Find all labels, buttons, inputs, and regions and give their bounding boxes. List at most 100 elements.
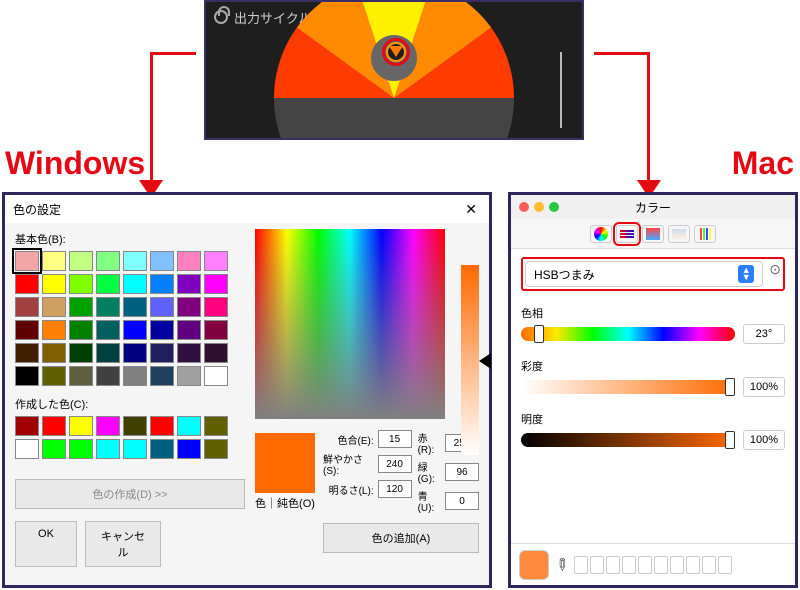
- mode-palettes[interactable]: [642, 225, 664, 243]
- basic-swatch[interactable]: [42, 320, 66, 340]
- luminance-pointer-icon[interactable]: [479, 353, 491, 369]
- basic-swatch[interactable]: [96, 274, 120, 294]
- basic-swatch[interactable]: [204, 366, 228, 386]
- mode-wheel[interactable]: [590, 225, 612, 243]
- custom-swatch[interactable]: [177, 439, 201, 459]
- basic-swatch[interactable]: [150, 320, 174, 340]
- basic-swatch[interactable]: [177, 343, 201, 363]
- basic-swatch[interactable]: [69, 343, 93, 363]
- basic-swatch[interactable]: [150, 251, 174, 271]
- add-color-button[interactable]: 色の追加(A): [323, 523, 479, 553]
- eyedropper-icon[interactable]: ✎: [550, 553, 574, 577]
- basic-swatch[interactable]: [42, 297, 66, 317]
- custom-swatch[interactable]: [15, 439, 39, 459]
- basic-swatch[interactable]: [204, 320, 228, 340]
- gauge-center-handle[interactable]: [382, 38, 410, 66]
- slider-type-select[interactable]: HSBつまみ ▲▼: [525, 261, 763, 287]
- make-color-button[interactable]: 色の作成(D) >>: [15, 479, 245, 509]
- basic-swatch[interactable]: [96, 251, 120, 271]
- basic-swatch[interactable]: [15, 343, 39, 363]
- saved-swatch[interactable]: [702, 556, 716, 574]
- basic-swatch[interactable]: [123, 274, 147, 294]
- basic-swatch[interactable]: [204, 297, 228, 317]
- custom-swatch[interactable]: [123, 416, 147, 436]
- basic-swatch[interactable]: [150, 343, 174, 363]
- basic-swatch[interactable]: [69, 274, 93, 294]
- more-options-icon[interactable]: ⊙: [769, 261, 781, 287]
- saved-swatch[interactable]: [670, 556, 684, 574]
- mac-hue-slider[interactable]: [521, 327, 735, 341]
- custom-swatch[interactable]: [177, 416, 201, 436]
- custom-swatch[interactable]: [96, 439, 120, 459]
- hue-input[interactable]: [378, 430, 412, 448]
- basic-swatch[interactable]: [96, 343, 120, 363]
- basic-swatch[interactable]: [96, 297, 120, 317]
- custom-swatch[interactable]: [69, 416, 93, 436]
- basic-swatch[interactable]: [150, 297, 174, 317]
- basic-swatch[interactable]: [177, 274, 201, 294]
- saved-swatch[interactable]: [590, 556, 604, 574]
- traffic-close-icon[interactable]: [519, 202, 529, 212]
- color-gradient-picker[interactable]: [255, 229, 445, 419]
- basic-swatch[interactable]: [177, 251, 201, 271]
- basic-swatch[interactable]: [150, 274, 174, 294]
- basic-swatch[interactable]: [204, 251, 228, 271]
- basic-swatch[interactable]: [69, 297, 93, 317]
- custom-swatch[interactable]: [150, 416, 174, 436]
- mac-sat-value[interactable]: 100%: [743, 377, 785, 397]
- slider-knob[interactable]: [725, 431, 735, 449]
- mac-bri-slider[interactable]: [521, 433, 735, 447]
- basic-swatch[interactable]: [15, 274, 39, 294]
- saved-swatch[interactable]: [638, 556, 652, 574]
- custom-swatch[interactable]: [42, 416, 66, 436]
- basic-swatch[interactable]: [96, 320, 120, 340]
- mode-pencils[interactable]: [694, 225, 716, 243]
- luminance-slider[interactable]: [461, 265, 479, 455]
- basic-swatch[interactable]: [96, 366, 120, 386]
- basic-swatch[interactable]: [177, 366, 201, 386]
- custom-swatch[interactable]: [123, 439, 147, 459]
- saved-swatch[interactable]: [718, 556, 732, 574]
- basic-swatch[interactable]: [15, 320, 39, 340]
- ok-button[interactable]: OK: [15, 521, 77, 567]
- luminance-input[interactable]: [378, 480, 412, 498]
- saved-swatch[interactable]: [606, 556, 620, 574]
- basic-swatch[interactable]: [15, 297, 39, 317]
- saturation-input[interactable]: [378, 455, 412, 473]
- saved-swatch[interactable]: [654, 556, 668, 574]
- basic-swatch[interactable]: [42, 366, 66, 386]
- custom-swatch[interactable]: [69, 439, 93, 459]
- basic-swatch[interactable]: [204, 343, 228, 363]
- saved-swatch[interactable]: [686, 556, 700, 574]
- basic-swatch[interactable]: [123, 320, 147, 340]
- basic-swatch[interactable]: [42, 343, 66, 363]
- basic-swatch[interactable]: [150, 366, 174, 386]
- traffic-zoom-icon[interactable]: [549, 202, 559, 212]
- basic-swatch[interactable]: [69, 251, 93, 271]
- basic-swatch[interactable]: [15, 366, 39, 386]
- basic-swatch[interactable]: [69, 320, 93, 340]
- mode-image[interactable]: [668, 225, 690, 243]
- basic-swatch[interactable]: [177, 320, 201, 340]
- blue-input[interactable]: [445, 492, 479, 510]
- mode-sliders[interactable]: [616, 225, 638, 243]
- basic-swatch[interactable]: [123, 251, 147, 271]
- custom-swatch[interactable]: [96, 416, 120, 436]
- basic-swatch[interactable]: [42, 274, 66, 294]
- slider-knob[interactable]: [534, 325, 544, 343]
- basic-swatch[interactable]: [42, 251, 66, 271]
- mac-hue-value[interactable]: 23°: [743, 324, 785, 344]
- custom-swatch[interactable]: [204, 416, 228, 436]
- close-icon[interactable]: ✕: [461, 201, 481, 218]
- traffic-minimize-icon[interactable]: [534, 202, 544, 212]
- green-input[interactable]: [445, 463, 479, 481]
- custom-swatch[interactable]: [15, 416, 39, 436]
- mac-sat-slider[interactable]: [521, 380, 735, 394]
- basic-swatch[interactable]: [15, 251, 39, 271]
- mac-bri-value[interactable]: 100%: [743, 430, 785, 450]
- basic-swatch[interactable]: [69, 366, 93, 386]
- custom-swatch[interactable]: [42, 439, 66, 459]
- custom-swatch[interactable]: [204, 439, 228, 459]
- saved-swatch[interactable]: [574, 556, 588, 574]
- saved-swatch[interactable]: [622, 556, 636, 574]
